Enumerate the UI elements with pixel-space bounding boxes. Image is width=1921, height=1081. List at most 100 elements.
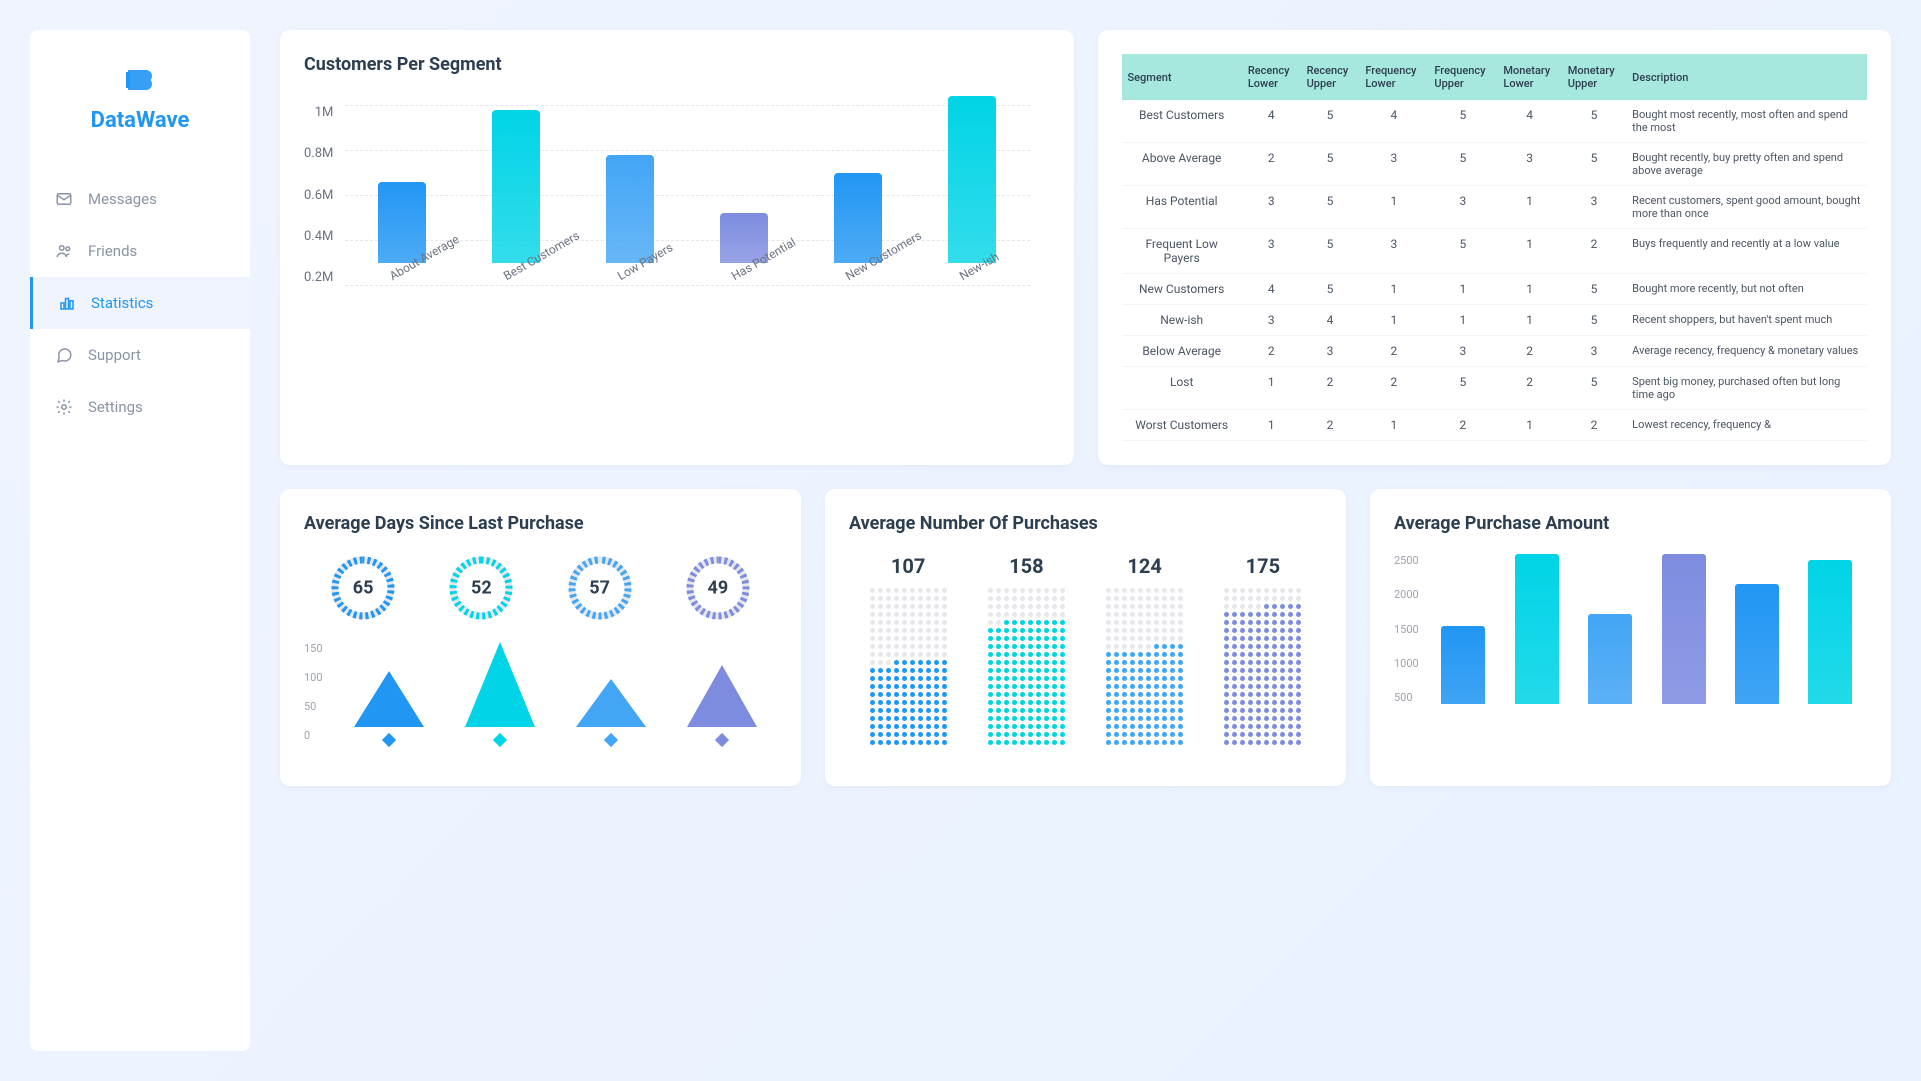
- gauge: 49: [684, 554, 752, 622]
- area-chart: 150100500: [304, 642, 777, 762]
- y-tick: 100: [304, 671, 323, 684]
- dot-grid: [988, 588, 1065, 745]
- nav-label: Settings: [88, 398, 143, 416]
- table-row: Below Average232323Average recency, freq…: [1122, 336, 1868, 367]
- bar: [1515, 554, 1559, 704]
- dot-grid: [1106, 588, 1183, 745]
- grid-line: [345, 285, 1029, 286]
- diamond-marker: [493, 733, 507, 747]
- dot-value: 175: [1246, 554, 1280, 578]
- gauge-value: 57: [589, 578, 610, 599]
- table-row: Above Average253535Bought recently, buy …: [1122, 143, 1868, 186]
- seg-name: Above Average: [1122, 143, 1242, 186]
- table-header: Monetary Upper: [1562, 54, 1626, 100]
- seg-name: Frequent Low Payers: [1122, 229, 1242, 274]
- bar-wrap: Low Payers: [600, 155, 660, 285]
- y-tick: 0.2M: [304, 270, 333, 285]
- dot-column: 158: [988, 554, 1065, 745]
- bar: [606, 155, 654, 263]
- sidebar-item-friends[interactable]: Friends: [30, 225, 250, 277]
- gauge: 65: [329, 554, 397, 622]
- gauge-value: 52: [471, 578, 492, 599]
- gear-icon: [54, 397, 74, 417]
- peak: [576, 679, 646, 727]
- y-tick: 1500: [1394, 623, 1419, 636]
- bar-wrap: About Average: [372, 182, 432, 285]
- peak: [354, 671, 424, 727]
- mail-icon: [54, 189, 74, 209]
- users-icon: [54, 241, 74, 261]
- table-row: Has Potential351313Recent customers, spe…: [1122, 186, 1868, 229]
- dot-value: 158: [1009, 554, 1043, 578]
- bar-wrap: New Customers: [828, 173, 888, 285]
- sidebar-item-settings[interactable]: Settings: [30, 381, 250, 433]
- seg-name: Worst Customers: [1122, 410, 1242, 441]
- sidebar-item-messages[interactable]: Messages: [30, 173, 250, 225]
- y-tick: 150: [304, 642, 323, 655]
- bar: [1441, 626, 1485, 704]
- dot-column: 107: [870, 554, 947, 745]
- diamond-marker: [715, 733, 729, 747]
- table-header: Frequency Upper: [1428, 54, 1497, 100]
- y-tick: 0.4M: [304, 229, 333, 244]
- card-title: Average Number Of Purchases: [849, 513, 1322, 534]
- logo: DataWave: [30, 60, 250, 133]
- y-tick: 1000: [1394, 657, 1419, 670]
- sidebar-item-statistics[interactable]: Statistics: [30, 277, 250, 329]
- avg-purchases-card: Average Number Of Purchases 107 158 124 175: [825, 489, 1346, 786]
- bar: [1662, 554, 1706, 704]
- card-title: Average Days Since Last Purchase: [304, 513, 777, 534]
- diamond-marker: [382, 733, 396, 747]
- y-tick: 0: [304, 729, 323, 742]
- peak: [687, 665, 757, 727]
- bar-wrap: Has Potential: [714, 213, 774, 285]
- y-tick: 0.8M: [304, 146, 333, 161]
- bar-wrap: Best Customers: [486, 110, 546, 285]
- seg-name: New Customers: [1122, 274, 1242, 305]
- dot-grid: [870, 588, 947, 745]
- table-header: Recency Lower: [1242, 54, 1301, 100]
- avg-amount-card: Average Purchase Amount 2500200015001000…: [1370, 489, 1891, 786]
- sidebar-item-support[interactable]: Support: [30, 329, 250, 381]
- nav-label: Messages: [88, 190, 157, 208]
- chat-icon: [54, 345, 74, 365]
- nav-label: Support: [88, 346, 141, 364]
- sidebar: DataWave Messages Friends Statistics Suppor…: [30, 30, 250, 1051]
- table-header: Frequency Lower: [1359, 54, 1428, 100]
- seg-name: Lost: [1122, 367, 1242, 410]
- dot-grid: [1224, 588, 1301, 745]
- seg-name: Best Customers: [1122, 100, 1242, 143]
- gauge: 52: [447, 554, 515, 622]
- brand-name: DataWave: [91, 108, 190, 133]
- dot-value: 107: [891, 554, 925, 578]
- diamond-marker: [604, 733, 618, 747]
- y-tick: 2000: [1394, 588, 1419, 601]
- bar: [948, 96, 996, 263]
- bar: [1588, 614, 1632, 704]
- table-row: Lost122525Spent big money, purchased oft…: [1122, 367, 1868, 410]
- dot-column: 124: [1106, 554, 1183, 745]
- dot-value: 124: [1127, 554, 1161, 578]
- table-row: New Customers451115Bought more recently,…: [1122, 274, 1868, 305]
- customers-per-segment-card: Customers Per Segment 1M0.8M0.6M0.4M0.2M…: [280, 30, 1074, 465]
- chart-icon: [57, 293, 77, 313]
- seg-name: New-ish: [1122, 305, 1242, 336]
- gauge-value: 65: [353, 578, 374, 599]
- avg-days-card: Average Days Since Last Purchase 65 52 57 4…: [280, 489, 801, 786]
- dot-column: 175: [1224, 554, 1301, 745]
- seg-name: Has Potential: [1122, 186, 1242, 229]
- nav-label: Friends: [88, 242, 137, 260]
- bar: [834, 173, 882, 263]
- table-row: Worst Customers121212Lowest recency, fre…: [1122, 410, 1868, 441]
- y-tick: 1M: [304, 105, 333, 120]
- table-header: Segment: [1122, 54, 1242, 100]
- segment-table-card: SegmentRecency LowerRecency UpperFrequen…: [1098, 30, 1892, 465]
- card-title: Customers Per Segment: [304, 54, 1050, 75]
- customers-bar-chart: 1M0.8M0.6M0.4M0.2M About AverageBest Cus…: [304, 95, 1050, 375]
- y-tick: 500: [1394, 691, 1419, 704]
- main-content: Customers Per Segment 1M0.8M0.6M0.4M0.2M…: [250, 0, 1921, 1081]
- card-title: Average Purchase Amount: [1394, 513, 1867, 534]
- table-row: Best Customers454545Bought most recently…: [1122, 100, 1868, 143]
- gauge-value: 49: [708, 578, 729, 599]
- table-row: New-ish341115Recent shoppers, but haven'…: [1122, 305, 1868, 336]
